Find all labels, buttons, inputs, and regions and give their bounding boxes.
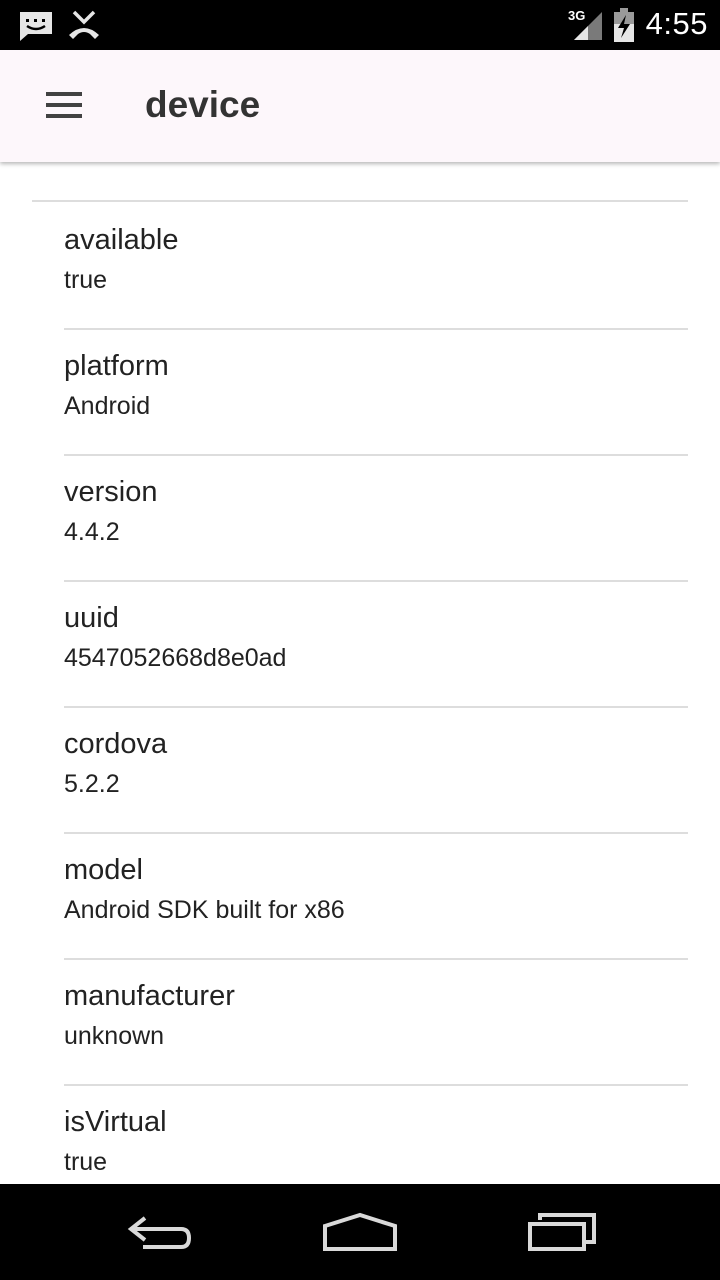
- property-item-available: available true: [64, 202, 688, 328]
- property-value: 5.2.2: [64, 770, 120, 798]
- property-item-platform: platform Android: [64, 328, 688, 454]
- hamburger-menu-icon[interactable]: [30, 80, 98, 130]
- navigation-bar: [0, 1184, 720, 1280]
- property-key: version: [64, 476, 158, 508]
- status-time: 4:55: [645, 6, 708, 41]
- property-item-cordova: cordova 5.2.2: [64, 706, 688, 832]
- property-value: true: [64, 1148, 108, 1176]
- property-value: 4547052668d8e0ad: [64, 644, 287, 672]
- device-properties-list[interactable]: available true platform Android version …: [0, 162, 720, 1184]
- message-icon: [18, 10, 54, 47]
- property-value: Android: [64, 392, 151, 420]
- battery-charging-icon: [612, 8, 636, 47]
- property-key: model: [64, 854, 143, 886]
- property-value: unknown: [64, 1022, 165, 1050]
- property-item-manufacturer: manufacturer unknown: [64, 958, 688, 1084]
- property-value: true: [64, 266, 108, 294]
- property-item-version: version 4.4.2: [64, 454, 688, 580]
- property-key: uuid: [64, 602, 119, 634]
- property-item-model: model Android SDK built for x86: [64, 832, 688, 958]
- property-value: 4.4.2: [64, 518, 120, 546]
- signal-icon: 3G: [566, 8, 604, 42]
- missed-call-icon: [66, 9, 102, 46]
- property-key: platform: [64, 350, 169, 382]
- property-key: available: [64, 224, 179, 256]
- recent-apps-icon[interactable]: [512, 1202, 612, 1262]
- page-title: device: [145, 84, 261, 125]
- property-key: cordova: [64, 728, 168, 760]
- back-icon[interactable]: [110, 1202, 210, 1262]
- property-key: isVirtual: [64, 1106, 167, 1138]
- property-item-isvirtual: isVirtual true: [64, 1084, 688, 1184]
- property-item-uuid: uuid 4547052668d8e0ad: [64, 580, 688, 706]
- home-icon[interactable]: [310, 1202, 410, 1262]
- app-bar: device: [0, 50, 720, 162]
- property-value: Android SDK built for x86: [64, 896, 345, 924]
- property-key: manufacturer: [64, 980, 235, 1012]
- status-bar: 3G 4:55: [0, 0, 720, 50]
